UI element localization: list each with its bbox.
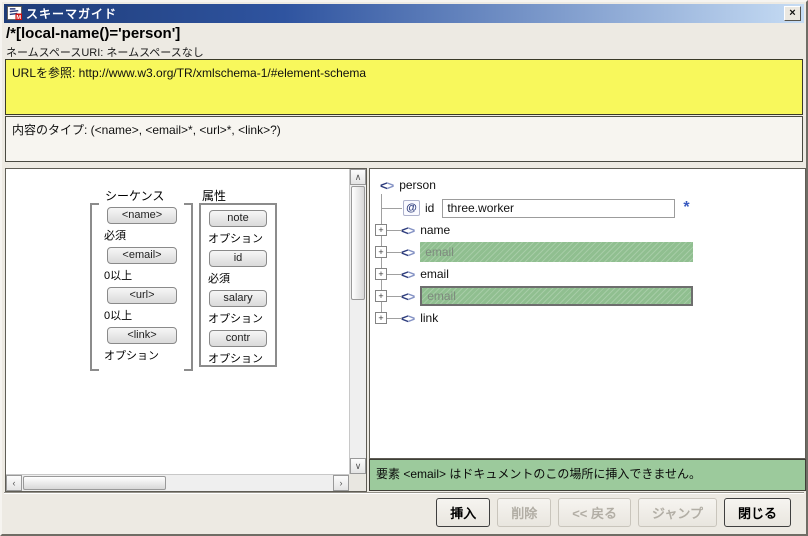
tree-node-label: email	[420, 267, 449, 281]
tree-node-label: email	[427, 289, 456, 303]
element-icon: <>	[380, 177, 394, 193]
element-icon: <>	[401, 244, 415, 260]
element-link-button[interactable]: <link>	[107, 327, 177, 344]
schema-diagram-panel: シーケンス <name> 必須 <email> 0以上 <url> 0以上 <l…	[5, 168, 367, 492]
schema-diagram: シーケンス <name> 必須 <email> 0以上 <url> 0以上 <l…	[6, 169, 349, 474]
horizontal-scroll-thumb[interactable]	[23, 476, 166, 490]
attribute-icon: @	[403, 200, 420, 216]
element-icon: <>	[401, 288, 415, 304]
sequence-bracket-right	[184, 203, 193, 371]
attribute-name: id	[425, 201, 435, 215]
sequence-item: <name> 必須	[102, 207, 182, 247]
attribute-contr-button[interactable]: contr	[209, 330, 267, 347]
attribute-salary-button[interactable]: salary	[209, 290, 267, 307]
svg-text:M: M	[16, 15, 21, 21]
element-name-button[interactable]: <name>	[107, 207, 177, 224]
tree-row-email-selected[interactable]: + <> email	[370, 285, 801, 307]
tree-row-email[interactable]: + <> email	[370, 263, 801, 285]
sequence-item: <link> オプション	[102, 327, 182, 367]
highlight-bar-selected[interactable]: email	[420, 286, 694, 306]
element-email-button[interactable]: <email>	[107, 247, 177, 264]
sequence-items: <name> 必須 <email> 0以上 <url> 0以上 <link> オ…	[102, 207, 182, 367]
tree-row-attribute-id[interactable]: @ id *	[370, 197, 801, 219]
occurrence-label: オプション	[208, 233, 263, 245]
occurrence-label: オプション	[104, 350, 159, 362]
sequence-item: <email> 0以上	[102, 247, 182, 287]
tree-row-person[interactable]: <> person	[370, 174, 801, 196]
tree-node-label: link	[420, 311, 439, 325]
occurrence-label: 0以上	[104, 310, 133, 322]
scroll-left-icon[interactable]: ‹	[6, 475, 22, 491]
tree-connector-stub	[381, 208, 402, 209]
left-panel-horizontal-scrollbar[interactable]: ‹ ›	[6, 474, 349, 491]
expand-icon[interactable]: +	[375, 224, 387, 236]
occurrence-label: 必須	[208, 273, 230, 285]
button-bar: 挿入 削除 << 戻る ジャンプ 閉じる	[4, 492, 804, 532]
highlight-bar[interactable]: email	[420, 242, 694, 262]
expand-icon[interactable]: +	[375, 290, 387, 302]
document-tree-panel: <> person @ id * + <> name + <> email	[369, 168, 806, 459]
occurrence-label: オプション	[208, 313, 263, 325]
attribute-value-input[interactable]	[442, 198, 676, 218]
tree-row-link[interactable]: + <> link	[370, 307, 801, 329]
title-bar: M スキーマガイド ×	[4, 4, 804, 23]
element-icon: <>	[401, 266, 415, 282]
element-icon: <>	[401, 310, 415, 326]
scroll-down-icon[interactable]: ∨	[350, 458, 366, 474]
occurrence-label: 必須	[104, 230, 126, 242]
header: /*[local-name()='person'] ネームスペースURI: ネー…	[6, 25, 802, 59]
expand-icon[interactable]: +	[375, 312, 387, 324]
required-marker: *	[683, 199, 690, 216]
sequence-item: <url> 0以上	[102, 287, 182, 327]
left-panel-vertical-scrollbar[interactable]: ∧ ∨	[349, 169, 366, 474]
attribute-items: note オプション id 必須 salary オプション contr オプショ…	[199, 203, 277, 367]
scroll-up-icon[interactable]: ∧	[350, 169, 366, 185]
content-type-text: 内容のタイプ: (<name>, <email>*, <url>*, <link…	[12, 123, 281, 137]
xpath-expression: /*[local-name()='person']	[6, 25, 181, 42]
attribute-id-button[interactable]: id	[209, 250, 267, 267]
attribute-item: note オプション	[201, 210, 275, 250]
attribute-item: id 必須	[201, 250, 275, 290]
sequence-bracket-left	[90, 203, 99, 371]
url-reference-box[interactable]: URLを参照: http://www.w3.org/TR/xmlschema-1…	[5, 59, 803, 115]
content-type-box: 内容のタイプ: (<name>, <email>*, <url>*, <link…	[5, 116, 803, 162]
expand-icon[interactable]: +	[375, 246, 387, 258]
status-message-bar: 要素 <email> はドキュメントのこの場所に挿入できません。	[369, 459, 806, 491]
tree-row-name[interactable]: + <> name	[370, 219, 801, 241]
element-url-button[interactable]: <url>	[107, 287, 177, 304]
vertical-scroll-thumb[interactable]	[351, 186, 365, 300]
schema-guide-dialog: M スキーマガイド × /*[local-name()='person'] ネー…	[0, 0, 808, 536]
delete-button[interactable]: 削除	[497, 498, 552, 527]
attribute-item: salary オプション	[201, 290, 275, 330]
occurrence-label: 0以上	[104, 270, 133, 282]
scrollbar-corner	[349, 474, 366, 491]
expand-icon[interactable]: +	[375, 268, 387, 280]
element-icon: <>	[401, 222, 415, 238]
attributes-label: 属性	[202, 189, 227, 203]
status-message-text: 要素 <email> はドキュメントのこの場所に挿入できません。	[376, 467, 702, 481]
sequence-label: シーケンス	[105, 189, 165, 203]
tree-node-label: email	[425, 245, 454, 259]
insert-button[interactable]: 挿入	[436, 498, 491, 527]
attribute-note-button[interactable]: note	[209, 210, 267, 227]
tree-row-email-insertable[interactable]: + <> email	[370, 241, 801, 263]
tree-node-label: person	[399, 178, 436, 192]
attribute-item: contr オプション	[201, 330, 275, 370]
namespace-line: ネームスペースURI: ネームスペースなし	[6, 47, 204, 59]
tree-node-label: name	[420, 223, 451, 237]
app-icon: M	[7, 6, 22, 21]
url-reference-text[interactable]: URLを参照: http://www.w3.org/TR/xmlschema-1…	[12, 66, 366, 80]
occurrence-label: オプション	[208, 353, 263, 365]
close-icon[interactable]: ×	[784, 6, 801, 21]
window-title: スキーマガイド	[26, 7, 118, 21]
close-button[interactable]: 閉じる	[723, 498, 791, 527]
scroll-right-icon[interactable]: ›	[333, 475, 349, 491]
back-button[interactable]: << 戻る	[558, 498, 632, 527]
jump-button[interactable]: ジャンプ	[638, 498, 717, 527]
